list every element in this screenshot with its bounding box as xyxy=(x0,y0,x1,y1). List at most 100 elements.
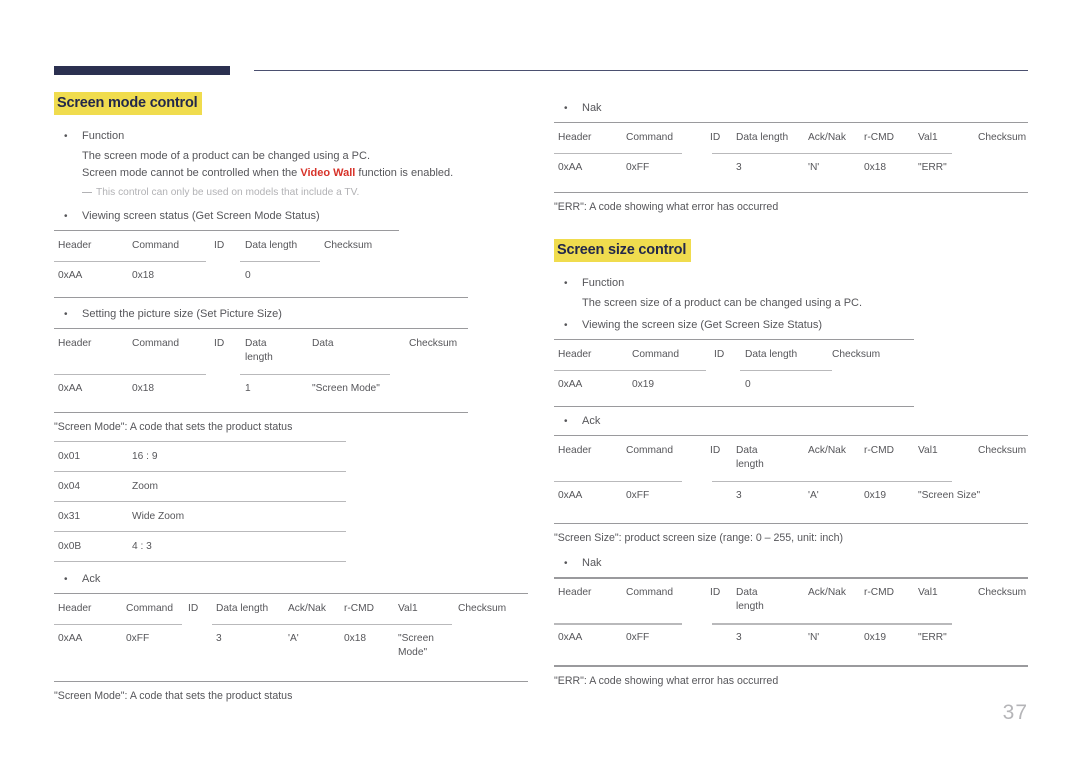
th-command: Command xyxy=(626,132,673,143)
th-datalength: Data length xyxy=(745,349,798,361)
th-header: Header xyxy=(58,338,92,350)
th-rcmd: r-CMD xyxy=(864,587,894,599)
code-value-1: 0x04 xyxy=(58,481,81,493)
td-header: 0xAA xyxy=(58,270,83,282)
td-command: 0xFF xyxy=(626,632,650,644)
th-val1: Val1 xyxy=(918,445,938,457)
td-val1: "Screen Mode" xyxy=(398,633,434,659)
td-datalength: 3 xyxy=(736,490,742,502)
right-nak-top-caption: "ERR": A code showing what error has occ… xyxy=(554,201,779,214)
right-nak-top-bullet: Nak xyxy=(554,100,1028,117)
th-checksum: Checksum xyxy=(832,349,881,361)
header-rule xyxy=(54,66,1028,76)
th-rcmd: r-CMD xyxy=(864,445,894,457)
td-datalength: 3 xyxy=(736,632,742,644)
left-function-bullet: Function xyxy=(54,128,528,145)
header-rule-thick xyxy=(54,66,230,75)
screen-mode-code-table: 0x01 16 : 9 0x04 Zoom 0x31 Wide Zoom 0x0… xyxy=(54,441,528,565)
code-label-1: Zoom xyxy=(132,481,159,493)
left-get-bullet: Viewing screen status (Get Screen Mode S… xyxy=(54,208,528,225)
td-rcmd: 0x19 xyxy=(864,632,887,644)
th-checksum: Checksum xyxy=(978,445,1027,457)
th-checksum: Checksum xyxy=(324,240,373,252)
th-acknak: Ack/Nak xyxy=(808,445,846,457)
th-id: ID xyxy=(188,603,199,615)
right-section-heading: Screen size control xyxy=(554,239,692,263)
th-header: Header xyxy=(58,240,92,252)
th-header: Header xyxy=(558,132,592,143)
left-function-line2-post: function is enabled. xyxy=(355,167,454,180)
td-header: 0xAA xyxy=(58,633,83,645)
right-ack-table: Header Command ID Data length Ack/Nak r-… xyxy=(554,435,1028,511)
td-command: 0x19 xyxy=(632,379,655,391)
th-id: ID xyxy=(710,445,721,457)
code-value-3: 0x0B xyxy=(58,541,82,553)
left-ack-bottom-rule xyxy=(54,681,528,683)
right-column: Nak Header Command ID Data length Ack/Na… xyxy=(554,92,1028,689)
td-datalength: 1 xyxy=(245,383,251,395)
th-command: Command xyxy=(626,445,673,457)
right-function-bullet: Function xyxy=(554,275,1028,292)
td-acknak: 'N' xyxy=(808,632,820,644)
left-note: This control can only be used on models … xyxy=(54,185,528,201)
td-rcmd: 0x18 xyxy=(864,162,887,173)
header-rule-thin xyxy=(254,70,1028,72)
get-screen-size-table: Header Command ID Data length Checksum 0… xyxy=(554,339,1028,394)
th-header: Header xyxy=(558,587,592,599)
page-number: 37 xyxy=(1002,701,1028,724)
set-table-bottom-rule xyxy=(54,412,468,414)
th-id: ID xyxy=(710,132,721,143)
td-val1: "ERR" xyxy=(918,632,947,644)
th-datalength: Data length xyxy=(216,603,269,615)
th-id: ID xyxy=(710,587,721,599)
td-acknak: 'A' xyxy=(288,633,299,645)
th-acknak: Ack/Nak xyxy=(288,603,326,615)
td-datalength: 0 xyxy=(745,379,751,391)
left-function-line2: Screen mode cannot be controlled when th… xyxy=(54,165,528,182)
th-rcmd: r-CMD xyxy=(864,132,894,143)
td-command: 0x18 xyxy=(132,270,155,282)
code-label-0: 16 : 9 xyxy=(132,451,158,463)
th-val1: Val1 xyxy=(398,603,418,615)
right-ack-bottom-rule xyxy=(554,523,1028,525)
th-command: Command xyxy=(126,603,173,615)
th-datalength: Data length xyxy=(736,587,764,613)
get-table-bottom-rule xyxy=(54,297,468,299)
th-rcmd: r-CMD xyxy=(344,603,374,615)
code-label-3: 4 : 3 xyxy=(132,541,152,553)
right-nak-top-table: Header Command ID Data length Ack/Nak r-… xyxy=(554,122,1028,180)
td-command: 0xFF xyxy=(126,633,150,645)
th-command: Command xyxy=(632,349,679,361)
th-data: Data xyxy=(312,338,334,350)
td-command: 0xFF xyxy=(626,162,650,173)
right-nak-bottom-rule xyxy=(554,665,1028,667)
right-function-line1: The screen size of a product can be chan… xyxy=(582,297,863,310)
td-header: 0xAA xyxy=(558,490,583,502)
th-datalength: Data length xyxy=(245,240,298,252)
set-picture-size-table: Header Command ID Data length Data Check… xyxy=(54,328,528,400)
video-wall-emphasis: Video Wall xyxy=(300,167,356,180)
td-command: 0xFF xyxy=(626,490,650,502)
th-id: ID xyxy=(714,349,725,361)
screen-mode-code-caption: "Screen Mode": A code that sets the prod… xyxy=(54,421,293,434)
th-acknak: Ack/Nak xyxy=(808,132,846,143)
th-datalength: Data length xyxy=(245,338,273,364)
th-id: ID xyxy=(214,338,225,350)
td-acknak: 'N' xyxy=(808,162,820,173)
th-acknak: Ack/Nak xyxy=(808,587,846,599)
td-datalength: 0 xyxy=(245,270,251,282)
left-section-heading: Screen mode control xyxy=(54,92,203,116)
th-id: ID xyxy=(214,240,225,252)
code-value-2: 0x31 xyxy=(58,511,81,523)
td-datalength: 3 xyxy=(216,633,222,645)
code-value-0: 0x01 xyxy=(58,451,81,463)
th-checksum: Checksum xyxy=(458,603,507,615)
td-datalength: 3 xyxy=(736,162,742,173)
right-nak-bullet: Nak xyxy=(554,555,1028,572)
right-get-bullet: Viewing the screen size (Get Screen Size… xyxy=(554,317,1028,334)
td-acknak: 'A' xyxy=(808,490,819,502)
td-command: 0x18 xyxy=(132,383,155,395)
th-checksum: Checksum xyxy=(409,338,458,350)
th-val1: Val1 xyxy=(918,587,938,599)
th-header: Header xyxy=(58,603,92,615)
